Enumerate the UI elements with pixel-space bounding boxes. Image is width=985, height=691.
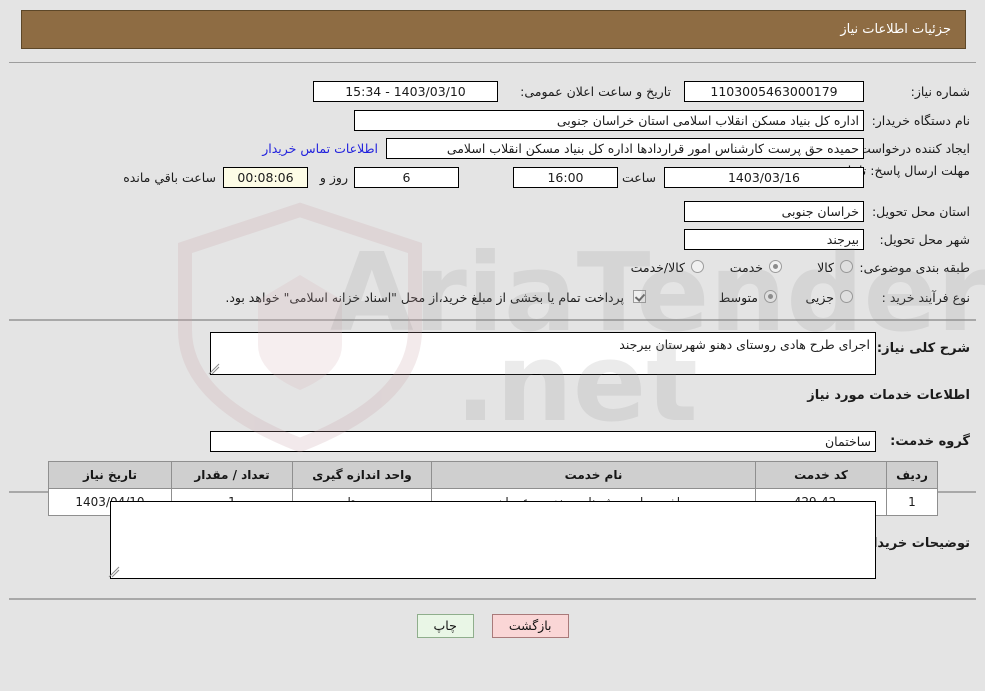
- days-and-label: روز و: [319, 170, 348, 185]
- request-creator-value: حمیده حق پرست کارشناس امور قراردادها ادا…: [386, 138, 864, 159]
- response-deadline-label: مهلت ارسال پاسخ: تا تاریخ:: [825, 163, 970, 178]
- remaining-days-value: 6: [354, 167, 459, 188]
- radio-category-service[interactable]: [769, 260, 782, 273]
- islamic-treasury-text: پرداخت تمام یا بخشی از مبلغ خرید،از محل …: [225, 290, 624, 305]
- deadline-date-value: 1403/03/16: [664, 167, 864, 188]
- services-section-heading: اطلاعات خدمات مورد نیاز: [807, 388, 970, 403]
- purchase-process-label: نوع فرآیند خرید :: [881, 290, 970, 305]
- radio-process-minor-label: جزیی: [805, 290, 834, 305]
- delivery-city-value: بیرجند: [684, 229, 864, 250]
- radio-category-goods[interactable]: [840, 260, 853, 273]
- buyer-org-label: نام دستگاه خریدار:: [871, 113, 970, 128]
- page-title: جزئیات اطلاعات نیاز: [840, 22, 951, 37]
- buyer-notes-label: توضیحات خریدار:: [860, 536, 970, 551]
- need-description-textarea[interactable]: اجرای طرح هادی روستای دهنو شهرستان بیرجن…: [210, 332, 876, 375]
- buyer-notes-textarea[interactable]: [110, 501, 876, 579]
- radio-category-goods-service-label: کالا/خدمت: [630, 260, 685, 275]
- page-title-bar: جزئیات اطلاعات نیاز: [21, 10, 966, 49]
- th-service-code: کد خدمت: [755, 461, 887, 489]
- page-root: AriaTender .net جزئیات اطلاعات نیاز شمار…: [0, 0, 985, 691]
- hour-label: ساعت: [621, 170, 656, 185]
- action-buttons: بازگشت چاپ: [9, 614, 976, 638]
- details-panel: شماره نیاز: 1103005463000179 تاریخ و ساع…: [9, 62, 976, 652]
- th-unit: واحد اندازه گیری: [292, 461, 432, 489]
- th-row-number: ردیف: [886, 461, 938, 489]
- countdown-value: 00:08:06: [223, 167, 308, 188]
- delivery-city-label: شهر محل تحویل:: [879, 232, 970, 247]
- radio-category-service-label: خدمت: [729, 260, 763, 275]
- subject-category-label: طبقه بندی موضوعی:: [859, 260, 970, 275]
- back-button[interactable]: بازگشت: [491, 614, 569, 638]
- service-group-value: ساختمان: [210, 431, 876, 452]
- buyer-notes-section: توضیحات خریدار:: [9, 493, 976, 600]
- th-service-name: نام خدمت: [431, 461, 756, 489]
- th-need-date: تاریخ نیاز: [48, 461, 172, 489]
- th-quantity: تعداد / مقدار: [171, 461, 293, 489]
- radio-category-goods-label: کالا: [817, 260, 834, 275]
- islamic-treasury-checkbox[interactable]: [633, 290, 646, 303]
- action-bar-section: بازگشت چاپ: [9, 600, 976, 652]
- announcement-datetime-value: 1403/03/10 - 15:34: [313, 81, 498, 102]
- radio-process-minor[interactable]: [840, 290, 853, 303]
- service-group-label: گروه خدمت:: [890, 434, 970, 449]
- remaining-hours-label: ساعت باقي مانده: [123, 170, 216, 185]
- table-header-row: ردیف کد خدمت نام خدمت واحد اندازه گیری ت…: [48, 461, 938, 489]
- radio-category-goods-service[interactable]: [691, 260, 704, 273]
- delivery-province-label: استان محل تحویل:: [871, 204, 970, 219]
- need-description-section: شرح کلی نیاز: اجرای طرح هادی روستای دهنو…: [9, 321, 976, 516]
- need-number-value: 1103005463000179: [684, 81, 864, 102]
- radio-process-medium-label: متوسط: [718, 290, 758, 305]
- general-info-section: شماره نیاز: 1103005463000179 تاریخ و ساع…: [9, 63, 976, 321]
- announcement-datetime-label: تاریخ و ساعت اعلان عمومی:: [520, 84, 671, 99]
- need-number-label: شماره نیاز:: [910, 84, 970, 99]
- buyer-contact-link[interactable]: اطلاعات تماس خریدار: [262, 141, 378, 156]
- print-button[interactable]: چاپ: [416, 614, 474, 638]
- need-description-label: شرح کلی نیاز:: [876, 341, 970, 356]
- buyer-org-value: اداره کل بنیاد مسکن انقلاب اسلامی استان …: [354, 110, 864, 131]
- radio-process-medium[interactable]: [764, 290, 777, 303]
- delivery-province-value: خراسان جنوبی: [684, 201, 864, 222]
- deadline-hour-value: 16:00: [513, 167, 618, 188]
